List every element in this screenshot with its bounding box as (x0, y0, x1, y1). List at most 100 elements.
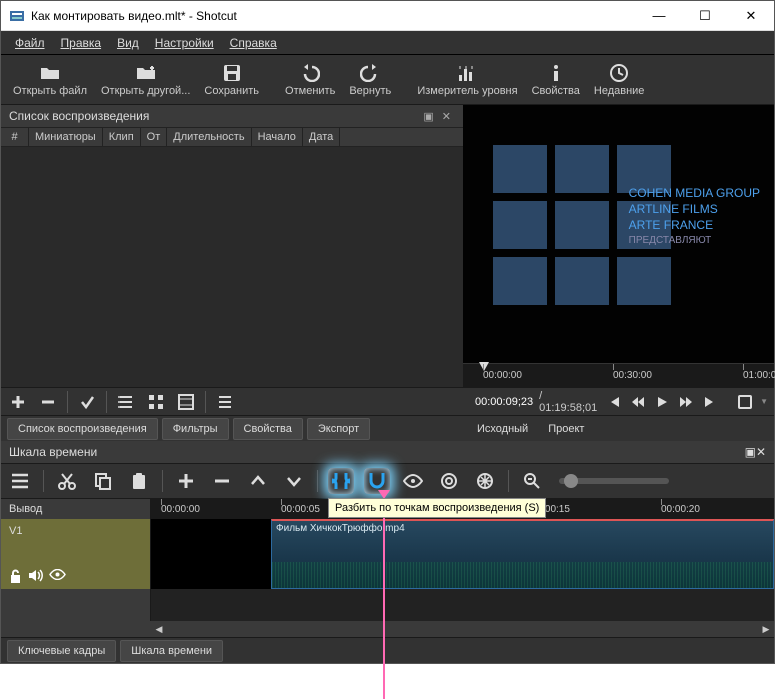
menu-view[interactable]: Вид (111, 34, 145, 52)
split-tooltip: Разбить по точкам воспроизведения (S) (328, 498, 546, 518)
copy-button[interactable] (90, 468, 116, 494)
redo-button[interactable]: Вернуть (343, 61, 397, 99)
timeline-undock-button[interactable]: ▣ (745, 445, 756, 459)
playlist-columns: # Миниатюры Клип От Длительность Начало … (1, 128, 463, 147)
timeline-output-label: Вывод (9, 503, 42, 515)
plh-thumb[interactable]: Миниатюры (29, 128, 103, 146)
forward-button[interactable] (677, 395, 695, 409)
panel-undock-button[interactable]: ▣ (419, 110, 437, 123)
play-button[interactable] (653, 395, 671, 409)
tab-project[interactable]: Проект (540, 419, 592, 439)
playlist-toolbar (1, 387, 463, 415)
plh-clip[interactable]: Клип (103, 128, 141, 146)
track-body-v1[interactable]: Фильм ХичкокТрюффо.mp4 (151, 519, 774, 589)
playlist-update-button[interactable] (76, 391, 98, 413)
zoom-slider[interactable] (559, 478, 669, 484)
open-other-button[interactable]: Открыть другой... (95, 61, 196, 99)
zoom-out-button[interactable] (519, 468, 545, 494)
ripple-all-button[interactable] (472, 468, 498, 494)
timeline-output-header: Вывод (1, 499, 151, 519)
pr-tick-1: 00:30:00 (613, 364, 652, 387)
playlist-view-icons[interactable] (175, 391, 197, 413)
open-file-button[interactable]: Открыть файл (7, 61, 93, 99)
playlist-view-tiles[interactable] (145, 391, 167, 413)
preview-ruler[interactable]: 00:00:00 00:30:00 01:00:00 (463, 363, 774, 387)
credit-line-2: ARTLINE FILMS (629, 201, 760, 217)
lock-icon[interactable] (9, 569, 22, 583)
timeline-close-button[interactable]: ✕ (756, 445, 766, 459)
tab-filters[interactable]: Фильтры (162, 418, 229, 440)
recent-label: Недавние (594, 85, 645, 97)
preview-credits: COHEN MEDIA GROUP ARTLINE FILMS ARTE FRA… (629, 185, 760, 247)
timeline-panel: Шкала времени ▣ ✕ Разбить по точкам восп… (1, 441, 774, 663)
scroll-right[interactable]: ▶ (758, 621, 774, 637)
scrub-toggle-button[interactable] (400, 468, 426, 494)
paste-button[interactable] (126, 468, 152, 494)
cut-button[interactable] (54, 468, 80, 494)
maximize-button[interactable]: ☐ (682, 1, 728, 31)
timeline-menu-button[interactable] (7, 468, 33, 494)
lift-button[interactable] (245, 468, 271, 494)
tab-keyframes[interactable]: Ключевые кадры (7, 640, 116, 662)
skip-next-button[interactable] (701, 395, 719, 409)
folder-add-icon (136, 63, 156, 83)
properties-button[interactable]: Свойства (526, 61, 586, 99)
preview-controls: 00:00:09;23 / 01:19:58;01 ▼ (463, 387, 774, 415)
preview-viewport[interactable]: COHEN MEDIA GROUP ARTLINE FILMS ARTE FRA… (463, 105, 774, 363)
append-button[interactable] (173, 468, 199, 494)
tab-properties[interactable]: Свойства (233, 418, 303, 440)
close-button[interactable]: ✕ (728, 1, 774, 31)
menu-settings[interactable]: Настройки (149, 34, 220, 52)
split-button[interactable]: Разбить по точкам воспроизведения (S) (328, 468, 354, 494)
tab-source[interactable]: Исходный (469, 419, 536, 439)
menu-edit[interactable]: Правка (55, 34, 108, 52)
properties-label: Свойства (532, 85, 580, 97)
preview-tabs: Исходный Проект (463, 415, 774, 441)
ripple-button[interactable] (436, 468, 462, 494)
window-root: Как монтировать видео.mlt* - Shotcut — ☐… (0, 0, 775, 664)
plh-dur[interactable]: Длительность (167, 128, 251, 146)
timeline-title: Шкала времени (9, 445, 97, 459)
recent-button[interactable]: Недавние (588, 61, 651, 99)
mute-icon[interactable] (28, 569, 43, 583)
left-tabs: Список воспроизведения Фильтры Свойства … (1, 415, 463, 441)
panel-close-button[interactable]: ✕ (438, 110, 455, 123)
tab-timeline[interactable]: Шкала времени (120, 640, 223, 662)
menu-file[interactable]: Файл (9, 34, 51, 52)
zoom-thumb[interactable] (564, 474, 578, 488)
track-header-v1[interactable]: V1 (1, 519, 151, 589)
timeline-hscroll[interactable]: ◀ ▶ (151, 621, 774, 637)
plh-index[interactable]: # (1, 128, 29, 146)
overwrite-button[interactable] (281, 468, 307, 494)
playlist-view-details[interactable] (115, 391, 137, 413)
timeline-track-v1: V1 Фильм ХичкокТрюффо.mp4 (1, 519, 774, 589)
clip-main[interactable]: Фильм ХичкокТрюффо.mp4 (271, 519, 774, 589)
save-button[interactable]: Сохранить (198, 61, 265, 99)
rewind-button[interactable] (629, 395, 647, 409)
playlist-add-button[interactable] (7, 391, 29, 413)
playlist-menu-button[interactable] (214, 391, 236, 413)
tab-playlist[interactable]: Список воспроизведения (7, 418, 158, 440)
tab-export[interactable]: Экспорт (307, 418, 370, 440)
plh-start[interactable]: Начало (252, 128, 303, 146)
playhead[interactable] (383, 499, 385, 699)
plh-in[interactable]: От (141, 128, 168, 146)
open-other-label: Открыть другой... (101, 85, 190, 97)
save-icon (223, 63, 241, 83)
content-area: Список воспроизведения ▣ ✕ # Миниатюры К… (1, 105, 774, 441)
scroll-left[interactable]: ◀ (151, 621, 167, 637)
plh-date[interactable]: Дата (303, 128, 340, 146)
hide-icon[interactable] (49, 569, 66, 583)
skip-prev-button[interactable] (605, 395, 623, 409)
menu-help[interactable]: Справка (224, 34, 283, 52)
timecode-current[interactable]: 00:00:09;23 (475, 396, 533, 408)
peak-meter-button[interactable]: Измеритель уровня (411, 61, 523, 99)
undo-label: Отменить (285, 85, 335, 97)
zoom-fit-button[interactable] (736, 395, 754, 409)
remove-button[interactable] (209, 468, 235, 494)
undo-button[interactable]: Отменить (279, 61, 341, 99)
redo-icon (360, 63, 380, 83)
minimize-button[interactable]: — (636, 1, 682, 31)
playlist-remove-button[interactable] (37, 391, 59, 413)
meter-icon (458, 63, 476, 83)
